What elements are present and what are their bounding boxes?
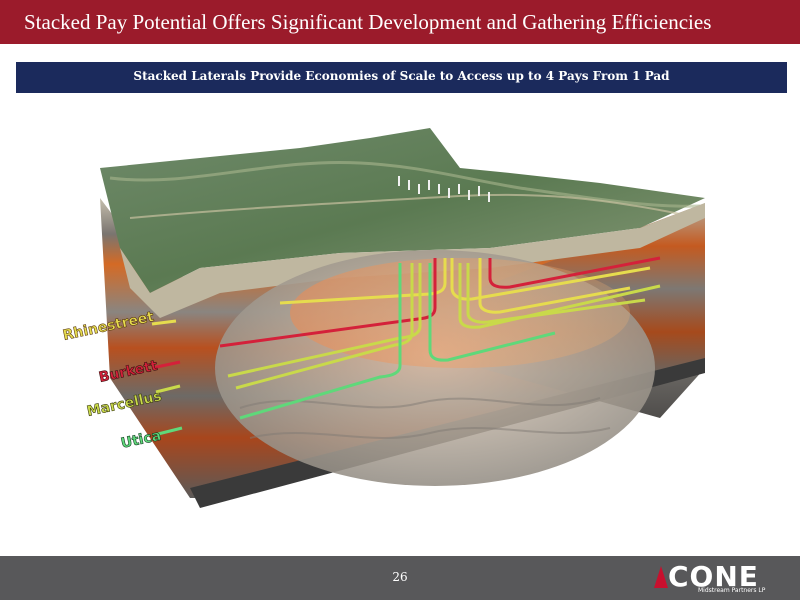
page-number: 26 [392,570,408,584]
logo-mark-icon [654,566,668,588]
page-title: Stacked Pay Potential Offers Significant… [24,10,712,34]
title-bar: Stacked Pay Potential Offers Significant… [0,0,800,44]
cone-logo: CONE Midstream Partners LP [654,560,774,596]
footer-bar: 26 CONE Midstream Partners LP [0,556,800,600]
subtitle-text: Stacked Laterals Provide Economies of Sc… [133,69,670,83]
utica-label: Utica [120,428,163,452]
subtitle-banner: Stacked Laterals Provide Economies of Sc… [16,62,787,93]
logo-subtitle: Midstream Partners LP [698,587,766,594]
stacked-laterals-diagram: Rhinestreet Burkett Marcellus Utica [61,128,705,508]
